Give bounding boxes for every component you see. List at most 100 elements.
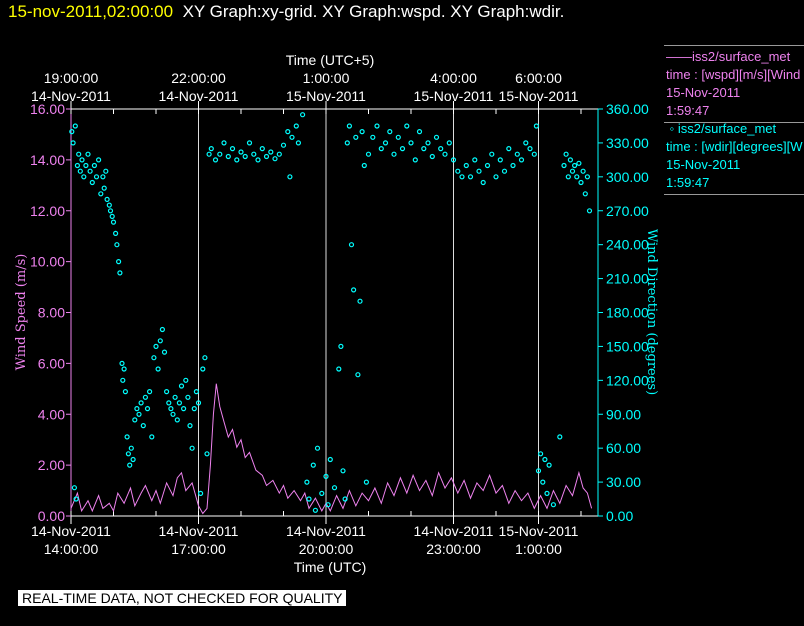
wdir-point	[353, 134, 359, 140]
y-tick-label-right: 300.00	[606, 169, 649, 185]
wdir-point	[567, 157, 574, 163]
wdir-point	[493, 174, 499, 180]
wdir-point	[93, 174, 100, 180]
x-top-tick-label: 4:00:00	[430, 70, 477, 86]
wdir-point	[134, 406, 140, 412]
wdir-point	[142, 394, 148, 400]
wdir-point	[153, 343, 159, 349]
wdir-point	[421, 146, 427, 152]
wdir-point	[138, 400, 144, 406]
wdir-point	[319, 490, 325, 496]
wdir-point	[527, 146, 533, 152]
y-tick-label-right: 360.00	[606, 101, 649, 117]
legend-time: 1:59:47	[666, 175, 710, 190]
wdir-point	[109, 213, 115, 219]
legend-desc: time : [wspd][m/s][Wind	[666, 67, 801, 82]
legend-desc: time : [wdir][degrees][W	[666, 139, 803, 154]
wdir-point	[412, 157, 418, 163]
wdir-point	[546, 462, 552, 468]
wdir-point	[172, 394, 178, 400]
line-symbol-icon: ——	[666, 49, 692, 64]
wdir-point	[120, 377, 126, 383]
wdir-point	[229, 146, 236, 152]
y-tick-label-right: 150.00	[606, 338, 649, 354]
wdir-point	[565, 174, 571, 180]
x-top-tick-label: 14-Nov-2011	[159, 88, 239, 104]
wdir-point	[404, 123, 410, 129]
wdir-point	[442, 151, 448, 157]
wdir-point	[578, 179, 584, 186]
y-tick-label-right: 210.00	[606, 271, 649, 287]
wdir-point	[110, 219, 117, 225]
wdir-point	[433, 134, 440, 140]
wdir-point	[327, 456, 333, 463]
wdir-point	[246, 140, 253, 146]
wdir-point	[204, 451, 210, 457]
wdir-point	[70, 140, 76, 146]
wdir-point	[76, 151, 82, 157]
wdir-point	[510, 162, 516, 169]
wdir-point	[514, 151, 520, 157]
wdir-point	[533, 123, 540, 129]
wdir-point	[87, 168, 93, 174]
wdir-point	[77, 168, 83, 174]
wdir-point	[289, 134, 295, 140]
wdir-point	[189, 445, 195, 451]
wdir-point	[306, 496, 312, 502]
wdir-point	[459, 174, 465, 180]
wdir-point	[295, 140, 301, 146]
wdir-point	[122, 389, 129, 395]
wdir-point	[544, 490, 550, 496]
wdir-point	[100, 174, 106, 180]
wdir-point	[103, 168, 109, 174]
x-tick-label: 15-Nov-2011	[499, 523, 579, 539]
x-tick-label: 14:00:00	[44, 541, 99, 557]
wdir-point	[331, 485, 338, 491]
wdir-point	[208, 146, 214, 152]
wdir-point	[259, 146, 265, 152]
wdir-point	[106, 202, 112, 208]
y-tick-label-right: 270.00	[606, 203, 649, 219]
wdir-point	[569, 168, 576, 174]
wdir-point	[127, 462, 133, 468]
wdir-point	[185, 394, 191, 400]
wdir-point	[183, 377, 189, 383]
x-tick-label: 17:00:00	[171, 541, 226, 557]
wdir-point	[119, 360, 125, 366]
wdir-point	[176, 400, 182, 406]
wdir-point	[101, 185, 107, 191]
wdir-point	[438, 146, 444, 152]
y-tick-label-right: 30.00	[606, 474, 641, 490]
wdir-point	[446, 140, 452, 146]
wdir-point	[476, 168, 482, 174]
y-tick-label-right: 330.00	[606, 135, 649, 151]
wdir-point	[391, 151, 397, 157]
x-tick-label: 20:00:00	[299, 541, 354, 557]
wdir-point	[147, 389, 153, 395]
wdir-point	[178, 383, 185, 389]
wdir-point	[584, 174, 591, 180]
wdir-point	[268, 149, 274, 155]
wdir-point	[217, 151, 223, 157]
wdir-point	[580, 168, 586, 174]
wdir-point	[91, 162, 98, 169]
wdir-point	[310, 462, 316, 468]
wdir-point	[181, 406, 187, 412]
wdir-point	[346, 123, 352, 129]
wdir-point	[107, 208, 114, 214]
wdir-point	[351, 287, 357, 293]
wdir-point	[206, 151, 212, 157]
wdir-point	[484, 162, 491, 169]
wdir-point	[202, 355, 208, 361]
y-tick-label-left: 4.00	[38, 406, 65, 422]
y-axis-label-right: Wind Direction (degrees)	[644, 229, 659, 395]
legend-date: 15-Nov-2011	[666, 157, 741, 172]
x-axis-label: Time (UTC)	[294, 559, 367, 575]
wdir-point	[125, 451, 131, 457]
wdir-point	[81, 174, 87, 180]
wdir-point	[159, 326, 165, 333]
wdir-point	[124, 434, 130, 440]
x-top-tick-label: 15-Nov-2011	[499, 88, 579, 104]
y-tick-label-left: 8.00	[38, 305, 65, 321]
wdir-point	[361, 162, 367, 169]
